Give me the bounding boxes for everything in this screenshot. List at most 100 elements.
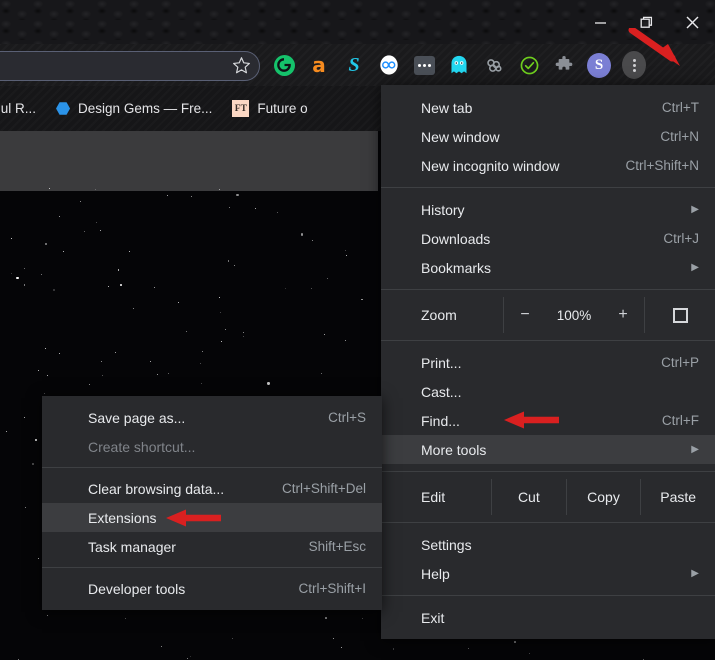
puzzle-extensions-icon[interactable] — [552, 53, 576, 77]
hexagon-icon — [56, 102, 71, 115]
zoom-controls: − 100% + — [503, 297, 644, 333]
close-icon[interactable] — [669, 0, 715, 44]
bookmark-item[interactable]: Design Gems — Fre... — [46, 101, 222, 116]
menu-separator — [381, 471, 715, 472]
menu-label: Find... — [421, 412, 460, 429]
menu-label: Cast... — [421, 383, 462, 400]
ghost-extension-icon[interactable] — [447, 53, 471, 77]
edit-label: Edit — [421, 489, 446, 505]
menu-label: New tab — [421, 99, 473, 116]
profile-avatar[interactable]: S — [587, 52, 611, 78]
chevron-right-icon: ▶ — [691, 568, 699, 579]
menu-separator — [381, 340, 715, 341]
menu-accelerator: Shift+Esc — [308, 539, 366, 554]
menu-item-settings[interactable]: Settings — [381, 530, 715, 559]
zoom-label: Zoom — [421, 307, 457, 323]
menu-label: New incognito window — [421, 157, 560, 174]
zoom-in-button[interactable]: + — [603, 306, 643, 324]
browser-window: a S S ul R... Design Gems — Fre... FT Fu… — [0, 0, 715, 660]
dots-extension-icon[interactable] — [412, 53, 436, 77]
extensions-toolbar: a S S — [272, 51, 646, 79]
more-tools-submenu: Save page as... Ctrl+S Create shortcut..… — [42, 396, 382, 610]
submenu-item-save-page-as[interactable]: Save page as... Ctrl+S — [42, 403, 382, 432]
adblock-extension-icon[interactable]: a — [307, 53, 331, 77]
menu-label: Downloads — [421, 230, 491, 247]
menu-item-new-tab[interactable]: New tab Ctrl+T — [381, 93, 715, 122]
menu-label: Save page as... — [88, 409, 186, 426]
scribe-extension-icon[interactable]: S — [342, 53, 366, 77]
address-bar[interactable] — [0, 51, 260, 81]
menu-item-print[interactable]: Print... Ctrl+P — [381, 348, 715, 377]
bookmark-item[interactable]: FT Future o — [222, 100, 317, 117]
menu-item-help[interactable]: Help ▶ — [381, 559, 715, 588]
bookmark-label: Future o — [257, 101, 308, 116]
menu-separator — [381, 522, 715, 523]
submenu-item-create-shortcut: Create shortcut... — [42, 432, 382, 461]
cut-button[interactable]: Cut — [491, 479, 566, 515]
menu-separator — [381, 595, 715, 596]
paste-button[interactable]: Paste — [640, 479, 715, 515]
menu-item-history[interactable]: History ▶ — [381, 195, 715, 224]
submenu-item-clear-browsing-data[interactable]: Clear browsing data... Ctrl+Shift+Del — [42, 474, 382, 503]
menu-label: Exit — [421, 609, 445, 626]
menu-label: Help — [421, 565, 450, 582]
chevron-right-icon: ▶ — [691, 204, 699, 215]
menu-separator — [42, 567, 382, 568]
submenu-item-developer-tools[interactable]: Developer tools Ctrl+Shift+I — [42, 574, 382, 603]
chevron-right-icon: ▶ — [691, 262, 699, 273]
chain-extension-icon[interactable] — [482, 53, 506, 77]
menu-separator — [42, 467, 382, 468]
menu-item-find[interactable]: Find... Ctrl+F — [381, 406, 715, 435]
bookmark-label: n Shahul R... — [0, 101, 37, 116]
menu-item-cast[interactable]: Cast... — [381, 377, 715, 406]
chrome-main-menu: New tab Ctrl+T New window Ctrl+N New inc… — [381, 85, 715, 639]
menu-separator — [381, 187, 715, 188]
menu-item-new-incognito-window[interactable]: New incognito window Ctrl+Shift+N — [381, 151, 715, 180]
submenu-item-task-manager[interactable]: Task manager Shift+Esc — [42, 532, 382, 561]
check-extension-icon[interactable] — [517, 53, 541, 77]
menu-label: Developer tools — [88, 580, 186, 597]
menu-item-downloads[interactable]: Downloads Ctrl+J — [381, 224, 715, 253]
menu-accelerator: Ctrl+F — [661, 413, 699, 428]
menu-item-bookmarks[interactable]: Bookmarks ▶ — [381, 253, 715, 282]
zoom-out-button[interactable]: − — [505, 306, 545, 324]
bookmark-label: Design Gems — Fre... — [78, 101, 213, 116]
menu-separator — [381, 289, 715, 290]
loom-extension-icon[interactable] — [377, 53, 401, 77]
window-controls — [577, 0, 715, 44]
menu-item-more-tools[interactable]: More tools ▶ — [381, 435, 715, 464]
bookmark-item[interactable]: n Shahul R... — [0, 101, 46, 116]
ft-badge-icon: FT — [232, 100, 250, 117]
menu-accelerator: Ctrl+Shift+N — [625, 158, 699, 173]
submenu-item-extensions[interactable]: Extensions — [42, 503, 382, 532]
zoom-level-value: 100% — [556, 307, 592, 323]
copy-button[interactable]: Copy — [565, 479, 641, 515]
menu-accelerator: Ctrl+P — [661, 355, 699, 370]
minimize-icon[interactable] — [577, 0, 623, 44]
chevron-right-icon: ▶ — [691, 444, 699, 455]
menu-label: Clear browsing data... — [88, 480, 225, 497]
fullscreen-button[interactable] — [644, 297, 715, 333]
menu-label: Create shortcut... — [88, 438, 196, 455]
menu-label: New window — [421, 128, 500, 145]
bookmark-star-icon[interactable] — [228, 52, 254, 78]
menu-label: More tools — [421, 441, 487, 458]
menu-accelerator: Ctrl+Shift+Del — [281, 481, 366, 496]
menu-accelerator: Ctrl+S — [328, 410, 366, 425]
menu-item-exit[interactable]: Exit — [381, 603, 715, 632]
title-bar — [0, 0, 715, 44]
menu-accelerator: Ctrl+Shift+I — [298, 581, 366, 596]
fullscreen-icon — [672, 307, 688, 323]
restore-icon[interactable] — [623, 0, 669, 44]
menu-label: Extensions — [88, 509, 157, 526]
grammarly-extension-icon[interactable] — [272, 53, 296, 77]
menu-accelerator: Ctrl+T — [661, 100, 699, 115]
menu-row-edit: Edit Cut Copy Paste — [381, 479, 715, 515]
menu-label: History — [421, 201, 465, 218]
menu-label: Print... — [421, 354, 462, 371]
menu-item-new-window[interactable]: New window Ctrl+N — [381, 122, 715, 151]
menu-accelerator: Ctrl+J — [663, 231, 699, 246]
menu-row-zoom: Zoom − 100% + — [381, 297, 715, 333]
page-header-band — [0, 131, 378, 191]
chrome-menu-kebab-icon[interactable] — [622, 51, 646, 79]
